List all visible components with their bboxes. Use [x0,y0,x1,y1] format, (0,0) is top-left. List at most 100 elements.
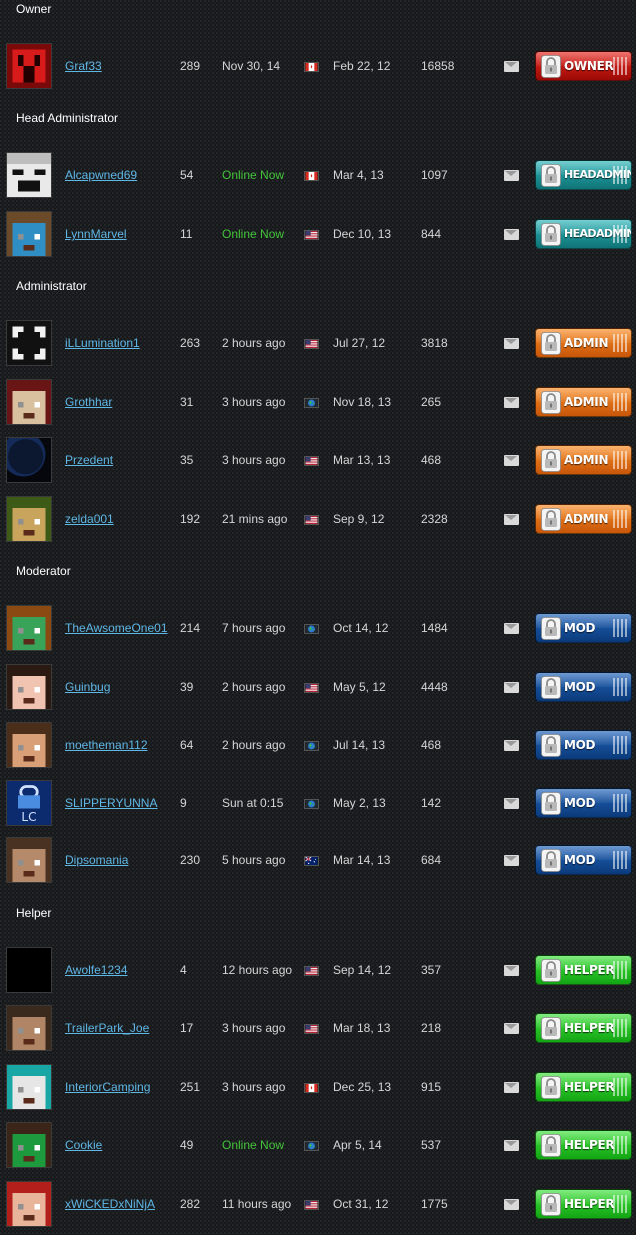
send-message-icon[interactable] [504,170,519,181]
member-joined-date: Feb 22, 12 [333,59,391,73]
member-username-link[interactable]: TheAwsomeOne01 [65,620,168,636]
lock-icon [541,849,561,872]
member-username-link[interactable]: LynnMarvel [65,226,127,242]
us-flag-icon [304,1024,319,1034]
badge-stripes [613,166,627,184]
globe-flag-icon [304,741,319,751]
rank-badge: ADMIN [535,328,632,358]
member-row: Grothhar 31 3 hours ago Nov 18, 13 265 ADMIN [0,379,636,433]
badge-stripes [613,619,627,637]
send-message-icon[interactable] [504,455,519,466]
rank-badge: OWNER [535,51,632,81]
member-avatar[interactable] [6,605,52,651]
member-post-count: 11 [180,227,193,241]
badge-stripes [613,451,627,469]
member-avatar[interactable] [6,1064,52,1110]
member-username-link[interactable]: Guinbug [65,679,110,695]
send-message-icon[interactable] [504,798,519,809]
member-joined-date: Mar 18, 13 [333,1021,391,1035]
member-avatar[interactable] [6,320,52,366]
member-username-link[interactable]: iLLumination1 [65,335,140,351]
member-avatar[interactable] [6,1181,52,1227]
rank-badge: HEADADMIN [535,160,632,190]
rank-badge-label: MOD [564,680,596,694]
send-message-icon[interactable] [504,229,519,240]
lock-icon [541,959,561,982]
member-username-link[interactable]: Grothhar [65,394,112,410]
send-message-icon[interactable] [504,740,519,751]
member-avatar[interactable] [6,1122,52,1168]
send-message-icon[interactable] [504,623,519,634]
member-username-link[interactable]: xWiCKEDxNiNjA [65,1196,155,1212]
member-post-count: 230 [180,853,201,867]
member-avatar[interactable] [6,437,52,483]
member-avatar[interactable] [6,496,52,542]
member-reputation: 1775 [421,1197,448,1211]
member-post-count: 192 [180,512,201,526]
globe-flag-icon [304,624,319,634]
globe-flag-icon [304,398,319,408]
member-username-link[interactable]: zelda001 [65,511,114,527]
member-username-link[interactable]: Alcapwned69 [65,167,137,183]
member-username-link[interactable]: Graf33 [65,58,102,74]
member-username-link[interactable]: Cookie [65,1137,102,1153]
member-avatar[interactable] [6,837,52,883]
send-message-icon[interactable] [504,61,519,72]
member-joined-date: Sep 14, 12 [333,963,392,977]
us-flag-icon [304,683,319,693]
member-avatar[interactable] [6,664,52,710]
member-avatar[interactable] [6,43,52,89]
member-username-link[interactable]: TrailerPark_Joe [65,1020,149,1036]
member-row: Przedent 35 3 hours ago Mar 13, 13 468 ADMIN [0,437,636,491]
member-username-link[interactable]: Awolfe1234 [65,962,128,978]
member-joined-date: Apr 5, 14 [333,1138,382,1152]
send-message-icon[interactable] [504,855,519,866]
member-reputation: 2328 [421,512,448,526]
member-username-link[interactable]: SLIPPERYUNNA [65,795,157,811]
send-message-icon[interactable] [504,965,519,976]
member-row: Guinbug 39 2 hours ago May 5, 12 4448 MOD [0,664,636,718]
badge-stripes [613,57,627,75]
member-avatar[interactable] [6,211,52,257]
member-joined-date: Oct 14, 12 [333,621,389,635]
rank-badge: MOD [535,788,632,818]
member-avatar[interactable] [6,722,52,768]
member-row: iLLumination1 263 2 hours ago Jul 27, 12 381… [0,320,636,374]
member-post-count: 17 [180,1021,194,1035]
member-post-count: 35 [180,453,194,467]
member-avatar[interactable] [6,379,52,425]
member-username-link[interactable]: moetheman112 [65,737,148,753]
send-message-icon[interactable] [504,397,519,408]
send-message-icon[interactable] [504,338,519,349]
member-username-link[interactable]: InteriorCamping [65,1079,150,1095]
member-post-count: 4 [180,963,187,977]
rank-badge: MOD [535,845,632,875]
send-message-icon[interactable] [504,682,519,693]
member-reputation: 218 [421,1021,442,1035]
member-last-seen: 2 hours ago [222,336,286,350]
us-flag-icon [304,456,319,466]
member-reputation: 1097 [421,168,448,182]
member-row: moetheman112 64 2 hours ago Jul 14, 13 468 MO… [0,722,636,776]
lock-icon [541,391,561,414]
member-post-count: 54 [180,168,194,182]
member-avatar[interactable] [6,152,52,198]
member-row: Cookie 49 Online Now Apr 5, 14 537 HELPER [0,1122,636,1176]
member-avatar[interactable]: LC [6,780,52,826]
section-title-helper: Helper [16,906,52,920]
member-avatar[interactable] [6,1005,52,1051]
send-message-icon[interactable] [504,514,519,525]
member-username-link[interactable]: Dipsomania [65,852,128,868]
member-row: InteriorCamping 251 3 hours ago Dec 25, 13 9… [0,1064,636,1118]
member-last-seen: 3 hours ago [222,395,286,409]
member-joined-date: Mar 13, 13 [333,453,391,467]
member-username-link[interactable]: Przedent [65,452,113,468]
send-message-icon[interactable] [504,1082,519,1093]
member-avatar[interactable] [6,947,52,993]
send-message-icon[interactable] [504,1199,519,1210]
send-message-icon[interactable] [504,1023,519,1034]
rank-badge-label: HELPER [564,1138,615,1152]
member-joined-date: Mar 4, 13 [333,168,384,182]
us-flag-icon [304,230,319,240]
send-message-icon[interactable] [504,1140,519,1151]
